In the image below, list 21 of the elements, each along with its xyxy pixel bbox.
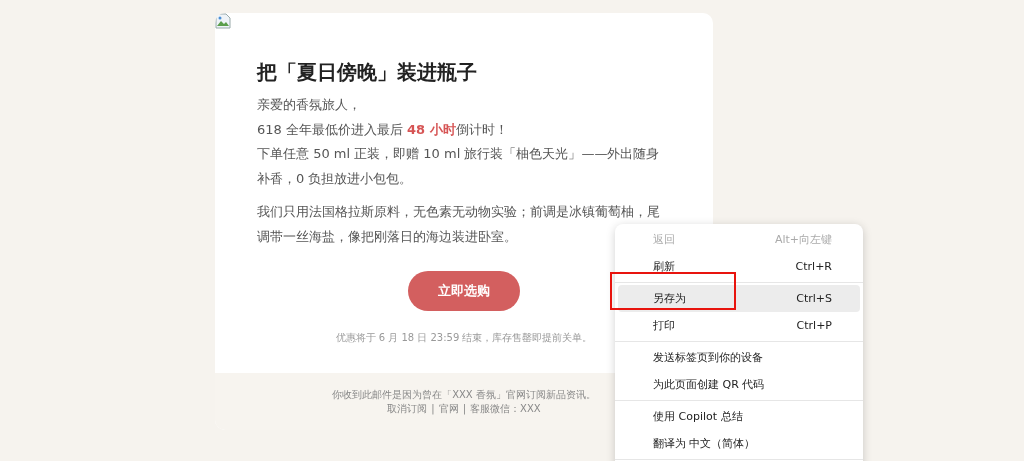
offer-note: 优惠将于 6 月 18 日 23:59 结束，库存售罄即提前关单。 [335,331,593,345]
menu-item[interactable]: 发送标签页到你的设备 [618,344,860,371]
menu-item[interactable]: 刷新 Ctrl+R [618,253,860,280]
menu-item[interactable]: 打印 Ctrl+P [618,312,860,339]
menu-item[interactable]: 翻译为 中文（简体） [618,430,860,457]
email-text: 下单任意 50 ml 正装，即赠 10 ml 旅行装「柚色天光」——外出随身 [257,145,660,163]
email-text: 调带一丝海盐，像把刚落日的海边装进卧室。 [257,227,517,246]
menu-item[interactable]: 另存为 Ctrl+S [618,285,860,312]
email-text: 我们只用法国格拉斯原料，无色素无动物实验；前调是冰镇葡萄柚，尾 [257,203,660,221]
link-separator: | [462,402,467,416]
email-text: 亲爱的香氛旅人， [257,96,361,114]
link-separator: | [431,402,435,416]
broken-image-icon [215,13,231,29]
email-text: 补香，0 负担放进小包包。 [257,169,413,188]
shop-now-button[interactable]: 立即选购 [408,271,520,311]
email-text: 618 全年最低价进入最后 48 小时倒计时！ [257,120,508,139]
subscription-notice: 你收到此邮件是因为曾在「XXX 香氛」官网订阅新品资讯。 [332,388,596,402]
footer-link[interactable]: 取消订阅 [387,402,428,416]
menu-item[interactable]: 使用 Copilot 总结 [618,403,860,430]
email-title: 把「夏日傍晚」装进瓶子 [257,59,478,85]
menu-item[interactable]: 为此页面创建 QR 代码 [618,371,860,398]
